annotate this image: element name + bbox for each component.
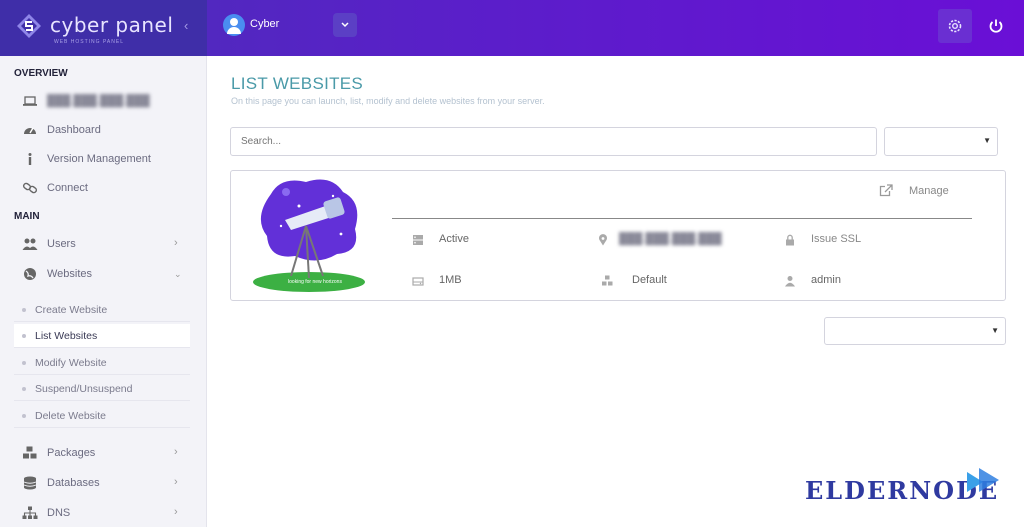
- sidebar-item-label: Websites: [47, 268, 93, 280]
- sidebar-item-label: Users: [47, 238, 76, 250]
- sidebar-item-connect[interactable]: Connect: [0, 175, 206, 201]
- chevron-right-icon: ›: [174, 446, 178, 458]
- ssl-label: Issue SSL: [811, 233, 862, 245]
- external-link-icon: [879, 184, 893, 197]
- sidebar-subitem-label: List Websites: [35, 330, 98, 342]
- user-name[interactable]: Cyber: [250, 18, 279, 30]
- sidebar-item-label: ███.███.███.███: [47, 95, 150, 107]
- lock-icon: [786, 234, 794, 246]
- user-icon: [785, 276, 795, 287]
- logout-button[interactable]: [981, 9, 1011, 43]
- sidebar-item-websites[interactable]: Websites ⌄: [0, 261, 206, 287]
- sidebar-item-label: Version Management: [47, 153, 151, 165]
- top-header: cyber panel WEB HOSTING PANEL ‹ Cyber: [0, 0, 1024, 56]
- sidebar: OVERVIEW ███.███.███.███ Dashboard Versi…: [0, 56, 207, 527]
- bullet-icon: [22, 387, 26, 391]
- chevron-right-icon: ›: [174, 506, 178, 518]
- laptop-icon: [23, 96, 37, 106]
- info-icon: [28, 153, 32, 165]
- chevron-down-icon: ⌄: [174, 269, 182, 279]
- sidebar-item-label: Databases: [47, 477, 100, 489]
- play-arrows-icon: [967, 468, 999, 492]
- filter-select[interactable]: ▼: [884, 127, 998, 156]
- manage-website-button[interactable]: Manage: [879, 182, 969, 202]
- website-card: looking for new horizons Manage Active █…: [230, 170, 1006, 301]
- sitemap-icon: [22, 506, 38, 519]
- sidebar-item-label: Packages: [47, 447, 96, 459]
- caret-down-icon: ▼: [991, 326, 999, 335]
- sidebar-item-version-management[interactable]: Version Management: [0, 146, 206, 172]
- chevron-right-icon: ›: [174, 476, 178, 488]
- pagination-select[interactable]: ▼: [824, 317, 1006, 345]
- cyberpanel-logo-icon[interactable]: [16, 13, 42, 39]
- user-avatar-icon[interactable]: [223, 14, 245, 36]
- sidebar-item-server-ip[interactable]: ███.███.███.███: [0, 88, 206, 114]
- chevron-right-icon: ›: [174, 237, 178, 249]
- globe-icon: [24, 268, 36, 280]
- sidebar-subitem-modify-website[interactable]: Modify Website: [14, 351, 190, 375]
- caret-down-icon: ▼: [983, 136, 991, 145]
- sidebar-subitem-label: Create Website: [35, 304, 108, 316]
- sidebar-subitem-label: Delete Website: [35, 410, 107, 422]
- map-marker-icon: [599, 234, 607, 246]
- chevron-down-icon: [341, 22, 349, 28]
- sidebar-item-users[interactable]: Users ›: [0, 231, 206, 257]
- sidebar-item-label: Connect: [47, 182, 88, 194]
- package-value: Default: [632, 274, 667, 286]
- sidebar-subitem-delete-website[interactable]: Delete Website: [14, 404, 190, 428]
- bullet-icon: [22, 414, 26, 418]
- database-icon: [23, 476, 37, 490]
- sidebar-subitem-label: Modify Website: [35, 357, 107, 369]
- hdd-icon: [412, 277, 424, 286]
- page-title: LIST WEBSITES: [231, 74, 364, 93]
- status-value: Active: [439, 233, 469, 245]
- disk-usage-value: 1MB: [439, 274, 462, 286]
- collapse-sidebar-icon[interactable]: ‹: [184, 18, 188, 33]
- search-input[interactable]: [230, 127, 877, 156]
- gear-icon: [948, 19, 962, 33]
- brand-tagline: WEB HOSTING PANEL: [54, 39, 124, 45]
- sidebar-subitem-label: Suspend/Unsuspend: [35, 383, 133, 395]
- server-icon: [413, 235, 423, 245]
- bullet-icon: [22, 361, 26, 365]
- sidebar-section-overview: OVERVIEW: [14, 68, 68, 79]
- preview-caption: looking for new horizons: [288, 279, 342, 285]
- page-subtitle: On this page you can launch, list, modif…: [231, 96, 545, 106]
- cubes-icon: [23, 446, 37, 459]
- brand-area: cyber panel WEB HOSTING PANEL ‹: [0, 0, 207, 56]
- sidebar-item-databases[interactable]: Databases ›: [0, 470, 206, 496]
- eldernode-watermark: ELDERNODE: [805, 466, 1005, 508]
- bullet-icon: [22, 334, 26, 338]
- manage-label: Manage: [909, 185, 949, 197]
- bullet-icon: [22, 308, 26, 312]
- sidebar-subitem-create-website[interactable]: Create Website: [14, 298, 190, 322]
- brand-name[interactable]: cyber panel: [50, 13, 173, 37]
- owner-value: admin: [811, 274, 841, 286]
- sidebar-item-label: DNS: [47, 507, 71, 519]
- sidebar-item-dns[interactable]: DNS ›: [0, 500, 206, 526]
- sidebar-section-main: MAIN: [14, 211, 40, 222]
- power-icon: [989, 19, 1003, 33]
- user-menu-toggle[interactable]: [333, 13, 357, 37]
- ip-value: ███.███.███.███: [619, 233, 722, 245]
- sidebar-subitem-list-websites[interactable]: List Websites: [14, 324, 190, 348]
- settings-button[interactable]: [938, 9, 972, 43]
- sidebar-subitem-suspend-unsuspend[interactable]: Suspend/Unsuspend: [14, 377, 190, 401]
- card-divider: [392, 218, 972, 219]
- sidebar-item-dashboard[interactable]: Dashboard: [0, 117, 206, 143]
- link-icon: [22, 182, 38, 194]
- cubes-icon: [602, 275, 613, 286]
- users-icon: [22, 238, 38, 250]
- sidebar-item-packages[interactable]: Packages ›: [0, 440, 206, 466]
- sidebar-item-label: Dashboard: [47, 124, 101, 136]
- dashboard-icon: [24, 127, 36, 134]
